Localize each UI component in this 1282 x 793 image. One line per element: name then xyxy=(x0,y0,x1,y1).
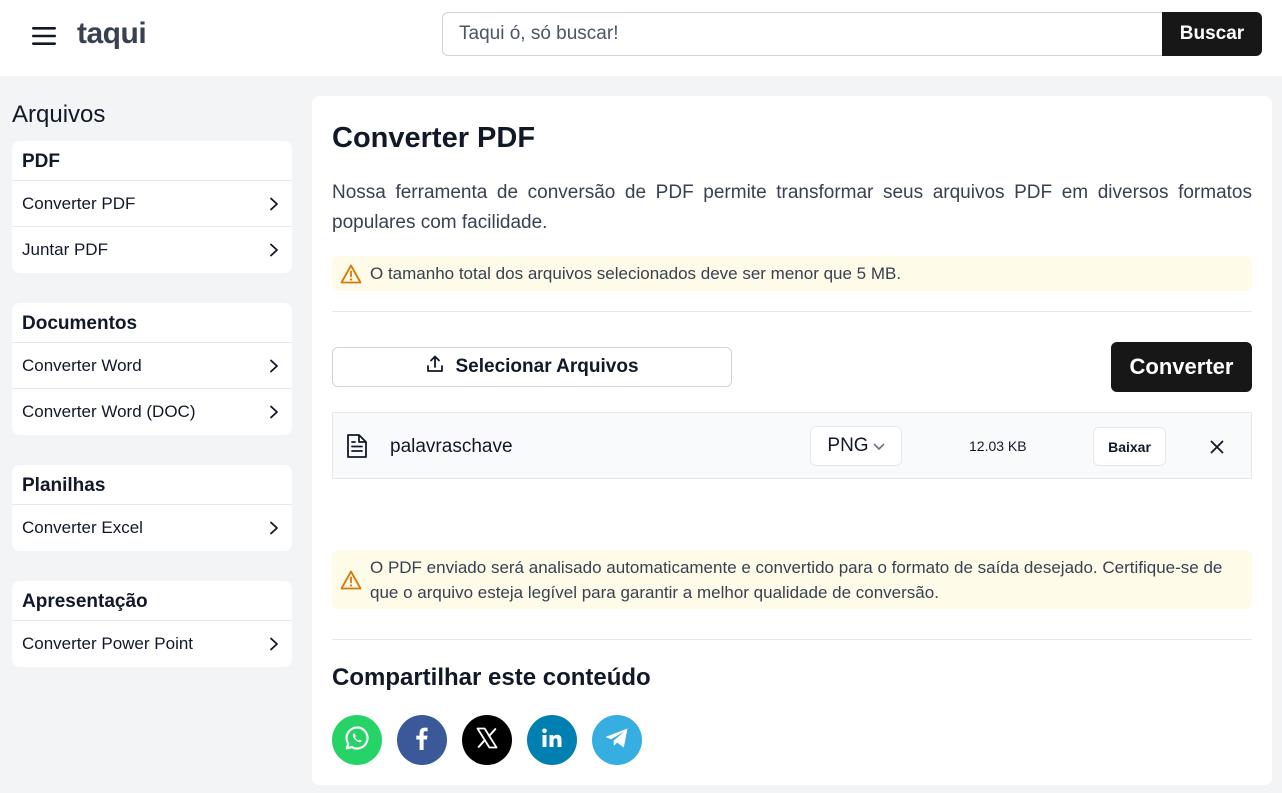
menu-icon[interactable] xyxy=(30,22,58,50)
sidebar-item-label: Converter Power Point xyxy=(22,634,194,653)
sidebar-item-label: Converter Word xyxy=(22,355,142,375)
file-size: 12.03 KB xyxy=(969,438,1027,454)
search-button[interactable]: Buscar xyxy=(1162,12,1262,56)
download-button[interactable]: Baixar xyxy=(1093,427,1166,466)
format-select[interactable]: PNG xyxy=(810,426,902,466)
sidebar-item-juntar-pdf[interactable]: Juntar PDF xyxy=(12,227,292,273)
linkedin-share-button[interactable] xyxy=(527,715,577,765)
divider xyxy=(332,311,1252,312)
sidebar-group-title: Planilhas xyxy=(12,465,292,505)
chevron-down-icon xyxy=(873,435,885,457)
size-warning-text: O tamanho total dos arquivos selecionado… xyxy=(370,263,902,283)
sidebar-group-apresentacao: Apresentação Converter Power Point xyxy=(12,581,292,667)
sidebar-group-pdf: PDF Converter PDF Juntar PDF xyxy=(12,141,292,273)
select-files-button[interactable]: Selecionar Arquivos xyxy=(332,347,732,387)
sidebar-group-title: PDF xyxy=(12,141,292,181)
whatsapp-share-button[interactable] xyxy=(332,715,382,765)
chevron-right-icon xyxy=(266,404,282,420)
whatsapp-icon xyxy=(343,724,371,757)
sidebar-item-converter-word-doc[interactable]: Converter Word (DOC) xyxy=(12,389,292,435)
info-warning-alert: O PDF enviado será analisado automaticam… xyxy=(332,550,1252,609)
sidebar-group-planilhas: Planilhas Converter Excel xyxy=(12,465,292,551)
close-icon[interactable] xyxy=(1207,437,1227,457)
chevron-right-icon xyxy=(266,636,282,652)
chevron-right-icon xyxy=(266,520,282,536)
file-row: palavraschave PNG 12.03 KB Baixar xyxy=(332,412,1252,479)
site-logo[interactable]: taqui xyxy=(77,17,147,51)
page-description: Nossa ferramenta de conversão de PDF per… xyxy=(332,182,1252,233)
sidebar-item-label: Juntar PDF xyxy=(22,240,108,259)
linkedin-icon xyxy=(540,726,564,755)
file-name: palavraschave xyxy=(390,436,513,457)
page-title: Converter PDF xyxy=(332,122,536,154)
sidebar-item-converter-power-point[interactable]: Converter Power Point xyxy=(12,621,292,667)
warning-icon xyxy=(332,570,370,590)
x-share-button[interactable] xyxy=(462,715,512,765)
file-text-icon xyxy=(345,433,369,459)
warning-icon xyxy=(332,264,370,284)
select-files-label: Selecionar Arquivos xyxy=(455,356,639,377)
sidebar-item-label: Converter Word (DOC) xyxy=(22,402,196,421)
chevron-right-icon xyxy=(266,242,282,258)
size-warning-alert: O tamanho total dos arquivos selecionado… xyxy=(332,256,1252,291)
chevron-right-icon xyxy=(266,196,282,212)
sidebar-group-title: Documentos xyxy=(12,303,292,343)
sidebar-title: Arquivos xyxy=(12,101,106,128)
upload-icon xyxy=(425,354,445,380)
sidebar-group-title: Apresentação xyxy=(12,581,292,621)
sidebar-item-converter-pdf[interactable]: Converter PDF xyxy=(12,181,292,227)
format-select-value: PNG xyxy=(827,435,869,456)
share-title: Compartilhar este conteúdo xyxy=(332,664,651,691)
search-input[interactable] xyxy=(442,12,1164,56)
convert-button[interactable]: Converter xyxy=(1111,342,1252,392)
top-header: taqui Buscar xyxy=(0,0,1282,76)
telegram-share-button[interactable] xyxy=(592,715,642,765)
sidebar-item-label: Converter PDF xyxy=(22,193,136,213)
x-icon xyxy=(475,726,499,755)
sidebar-group-documentos: Documentos Converter Word Converter Word… xyxy=(12,303,292,435)
sidebar-item-converter-word[interactable]: Converter Word xyxy=(12,343,292,389)
facebook-icon xyxy=(410,725,434,756)
divider xyxy=(332,639,1252,640)
facebook-share-button[interactable] xyxy=(397,715,447,765)
chevron-right-icon xyxy=(266,358,282,374)
sidebar-item-label: Converter Excel xyxy=(22,518,143,537)
main-panel: Converter PDF Nossa ferramenta de conver… xyxy=(312,96,1272,785)
info-warning-text: O PDF enviado será analisado automaticam… xyxy=(370,557,1223,602)
sidebar-item-converter-excel[interactable]: Converter Excel xyxy=(12,505,292,551)
telegram-icon xyxy=(603,726,631,755)
